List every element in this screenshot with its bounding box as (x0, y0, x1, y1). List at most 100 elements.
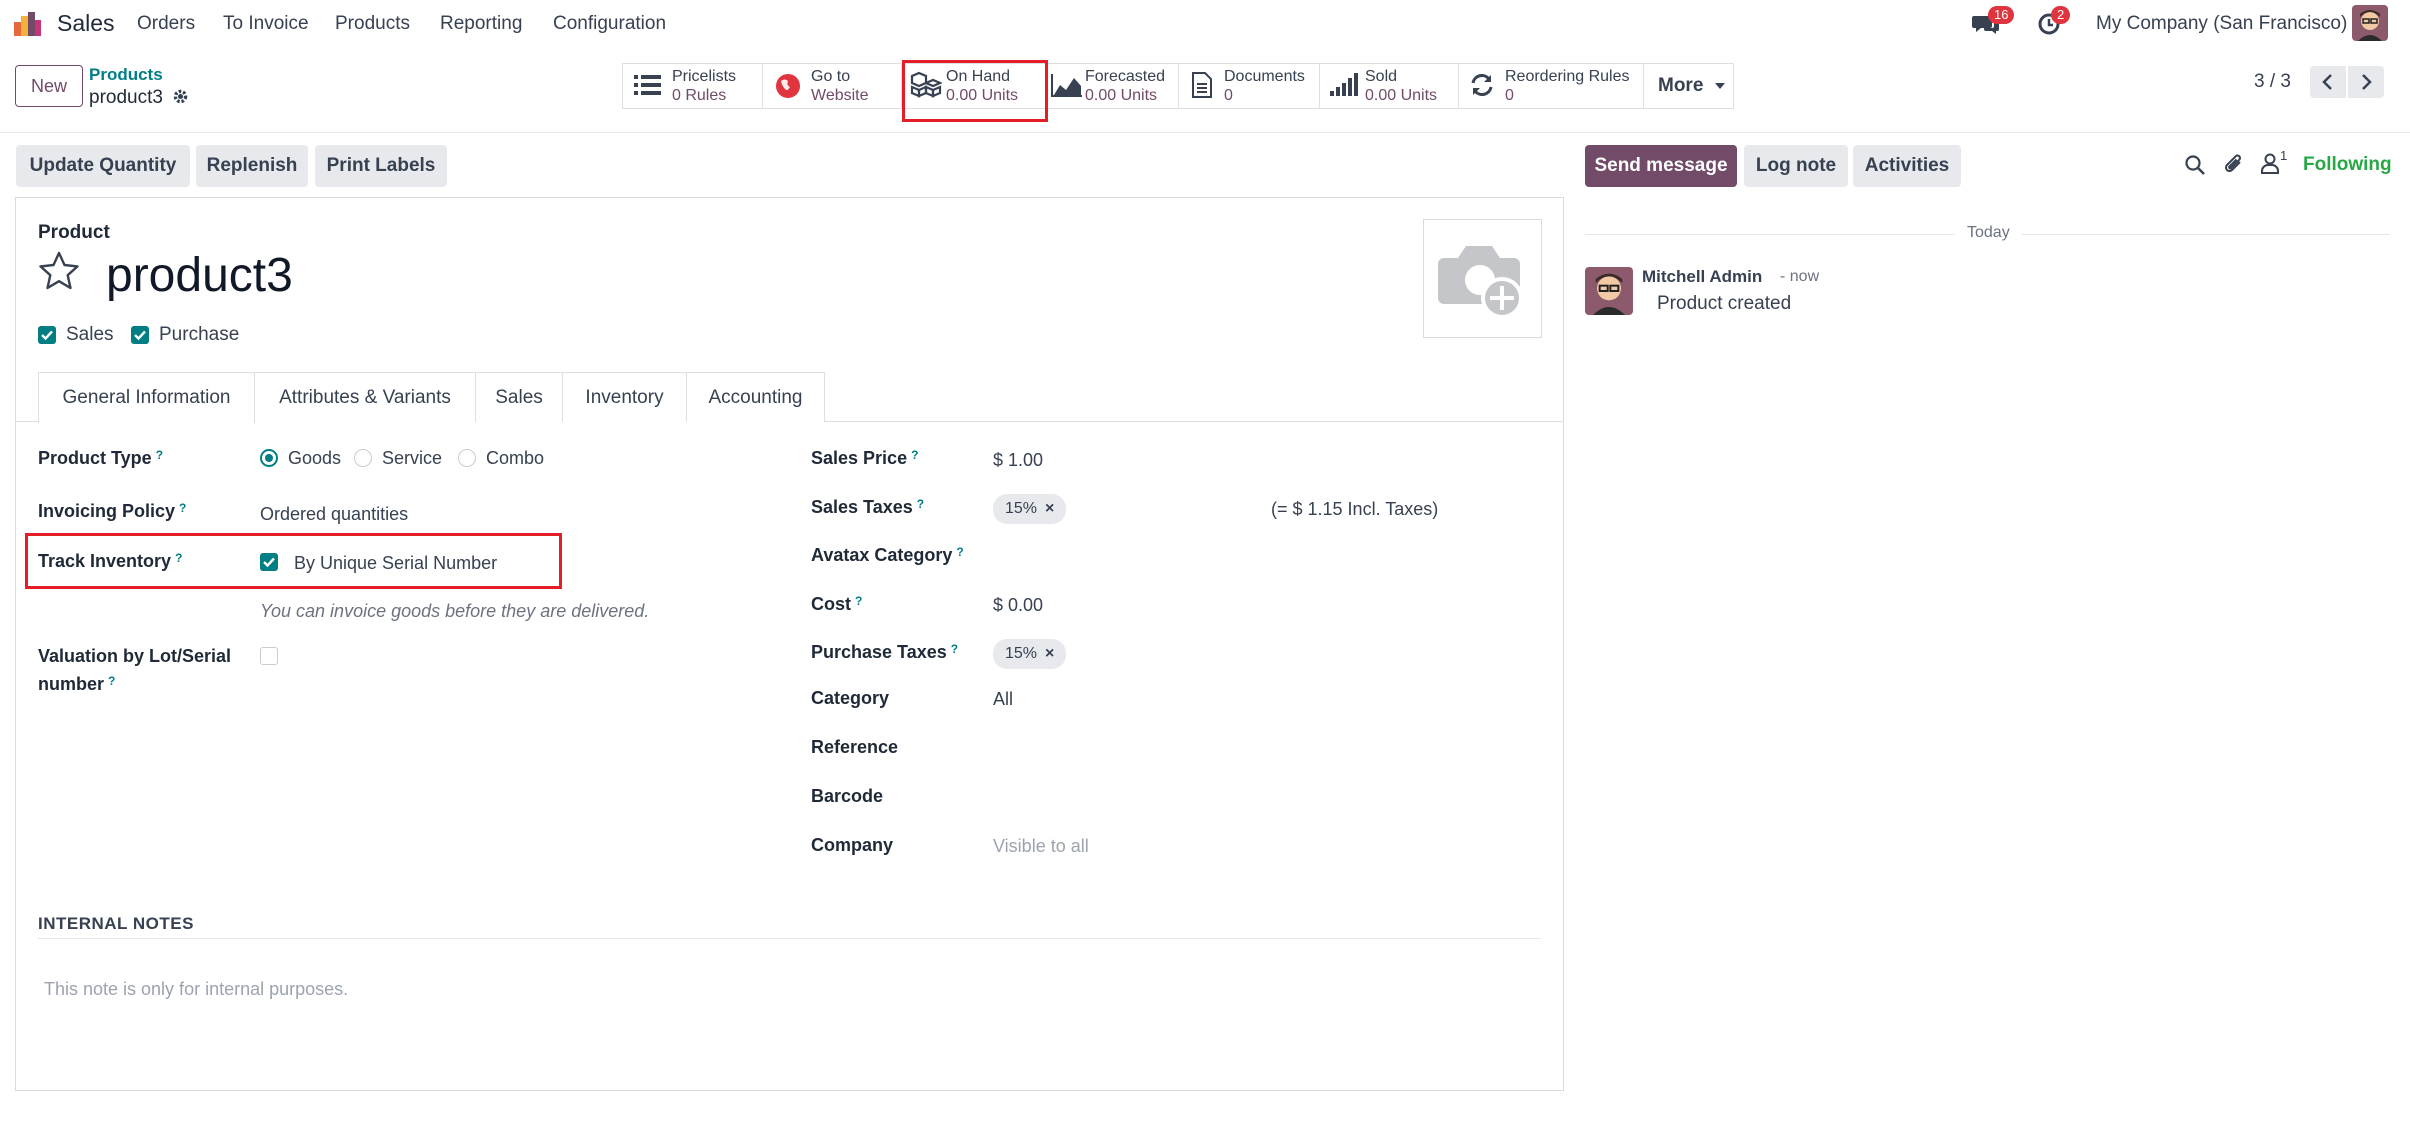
valuation-checkbox[interactable] (260, 647, 278, 665)
pager-value[interactable]: 3 / 3 (2254, 71, 2291, 93)
purchase-taxes-label: Purchase Taxes? (811, 642, 959, 662)
help-icon[interactable]: ? (917, 497, 924, 511)
reference-label: Reference (811, 737, 899, 757)
help-icon[interactable]: ? (108, 674, 115, 688)
product-type-service-radio[interactable] (354, 449, 372, 467)
internal-notes-heading: INTERNAL NOTES (38, 914, 194, 933)
breadcrumb-products[interactable]: Products (89, 65, 163, 85)
cost-label: Cost? (811, 594, 863, 614)
help-icon[interactable]: ? (956, 545, 963, 559)
product-name[interactable]: product3 (106, 248, 293, 303)
messages-button[interactable]: 16 (1972, 6, 2015, 36)
top-navbar: Sales Orders To Invoice Products Reporti… (0, 0, 2410, 49)
following-button[interactable]: Following (2303, 154, 2392, 176)
sales-checkbox-label: Sales (66, 324, 114, 345)
reference-input[interactable] (993, 730, 1533, 760)
signal-icon (1330, 73, 1358, 96)
purchase-tax-tag: 15% × (993, 639, 1067, 669)
update-quantity-button[interactable]: Update Quantity (16, 145, 190, 187)
product-image[interactable] (1423, 219, 1542, 338)
log-note-button[interactable]: Log note (1744, 145, 1848, 187)
list-icon (634, 75, 661, 95)
remove-tag-icon[interactable]: × (1045, 645, 1054, 662)
chevron-right-icon (2362, 74, 2372, 90)
track-inventory-checkbox[interactable] (260, 553, 278, 571)
pager-previous-button[interactable] (2310, 66, 2346, 98)
company-input[interactable]: Visible to all (993, 836, 1089, 857)
tab-attributes-variants[interactable]: Attributes & Variants (254, 372, 476, 422)
category-label: Category (811, 688, 890, 708)
tab-general-information[interactable]: General Information (38, 372, 255, 423)
new-button[interactable]: New (15, 65, 83, 107)
search-icon[interactable] (2184, 154, 2206, 176)
smart-pricelists-button[interactable]: Pricelists 0 Rules (622, 63, 763, 109)
smart-documents-button[interactable]: Documents 0 (1179, 63, 1320, 109)
pager-next-button[interactable] (2348, 66, 2384, 98)
barcode-input[interactable] (993, 779, 1533, 809)
message-author[interactable]: Mitchell Admin (1642, 267, 1762, 287)
valuation-label-line1: Valuation by Lot/Serial (38, 646, 232, 666)
internal-notes-divider (38, 938, 1541, 939)
tab-sales[interactable]: Sales (475, 372, 563, 422)
checkmark-icon (134, 330, 146, 341)
activities-button[interactable]: Activities (1853, 145, 1961, 187)
gear-icon[interactable] (172, 88, 189, 105)
invoicing-policy-label: Invoicing Policy? (38, 501, 187, 521)
message-author-avatar[interactable] (1585, 267, 1633, 315)
help-icon[interactable]: ? (951, 642, 958, 656)
apps-icon[interactable] (14, 12, 42, 36)
menu-products[interactable]: Products (335, 13, 410, 35)
internal-notes-editor[interactable]: This note is only for internal purposes. (44, 979, 348, 1000)
avatax-category-label: Avatax Category? (811, 545, 964, 565)
user-avatar[interactable] (2352, 5, 2388, 41)
sales-checkbox[interactable] (38, 326, 56, 344)
followers-button[interactable]: 1 (2260, 148, 2287, 174)
remove-tag-icon[interactable]: × (1045, 500, 1054, 517)
product-type-combo-radio[interactable] (458, 449, 476, 467)
company-switcher[interactable]: My Company (San Francisco) (2096, 13, 2347, 35)
help-icon[interactable]: ? (175, 551, 182, 565)
sales-price-incl-taxes: (= $ 1.15 Incl. Taxes) (1271, 499, 1439, 519)
smart-sold-button[interactable]: Sold 0.00 Units (1320, 63, 1459, 109)
refresh-icon (1471, 74, 1493, 96)
print-labels-button[interactable]: Print Labels (315, 145, 447, 187)
sales-price-label: Sales Price? (811, 448, 919, 468)
invoicing-hint: You can invoice goods before they are de… (260, 601, 650, 621)
app-name[interactable]: Sales (57, 10, 115, 37)
help-icon[interactable]: ? (855, 594, 862, 608)
help-icon[interactable]: ? (179, 501, 186, 515)
replenish-button[interactable]: Replenish (196, 145, 308, 187)
purchase-checkbox[interactable] (131, 326, 149, 344)
track-inventory-label: Track Inventory? (38, 551, 183, 571)
help-icon[interactable]: ? (156, 448, 163, 462)
help-icon[interactable]: ? (911, 448, 918, 462)
category-value[interactable]: All (993, 689, 1013, 710)
smart-website-button[interactable]: Go to Website (763, 63, 902, 109)
send-message-button[interactable]: Send message (1585, 145, 1737, 187)
paperclip-icon[interactable] (2223, 152, 2245, 176)
product-type-service-label: Service (382, 448, 443, 468)
camera-add-icon (1438, 246, 1523, 319)
menu-orders[interactable]: Orders (137, 13, 195, 35)
user-icon (2261, 153, 2279, 174)
product-type-label: Product Type? (38, 448, 164, 468)
company-label: Company (811, 835, 894, 855)
invoicing-policy-value[interactable]: Ordered quantities (260, 504, 408, 525)
activities-button[interactable]: 2 (2037, 6, 2071, 36)
menu-reporting[interactable]: Reporting (440, 13, 522, 35)
chevron-left-icon (2322, 74, 2332, 90)
followers-count: 1 (2280, 148, 2288, 163)
tab-inventory[interactable]: Inventory (562, 372, 687, 422)
product-type-goods-radio[interactable] (260, 449, 278, 467)
smart-forecasted-button[interactable]: Forecasted 0.00 Units (1047, 63, 1179, 109)
favorite-star-icon[interactable] (38, 251, 80, 291)
tab-accounting[interactable]: Accounting (686, 372, 825, 422)
menu-to-invoice[interactable]: To Invoice (223, 13, 309, 35)
cost-value[interactable]: $ 0.00 (993, 595, 1043, 616)
smart-reordering-rules-button[interactable]: Reordering Rules 0 (1459, 63, 1644, 109)
smart-more-button[interactable]: More (1644, 63, 1734, 109)
sales-price-value[interactable]: $ 1.00 (993, 450, 1043, 471)
area-chart-icon (1051, 74, 1082, 97)
tracking-method-select[interactable]: By Unique Serial Number (294, 553, 497, 574)
menu-configuration[interactable]: Configuration (553, 13, 666, 35)
